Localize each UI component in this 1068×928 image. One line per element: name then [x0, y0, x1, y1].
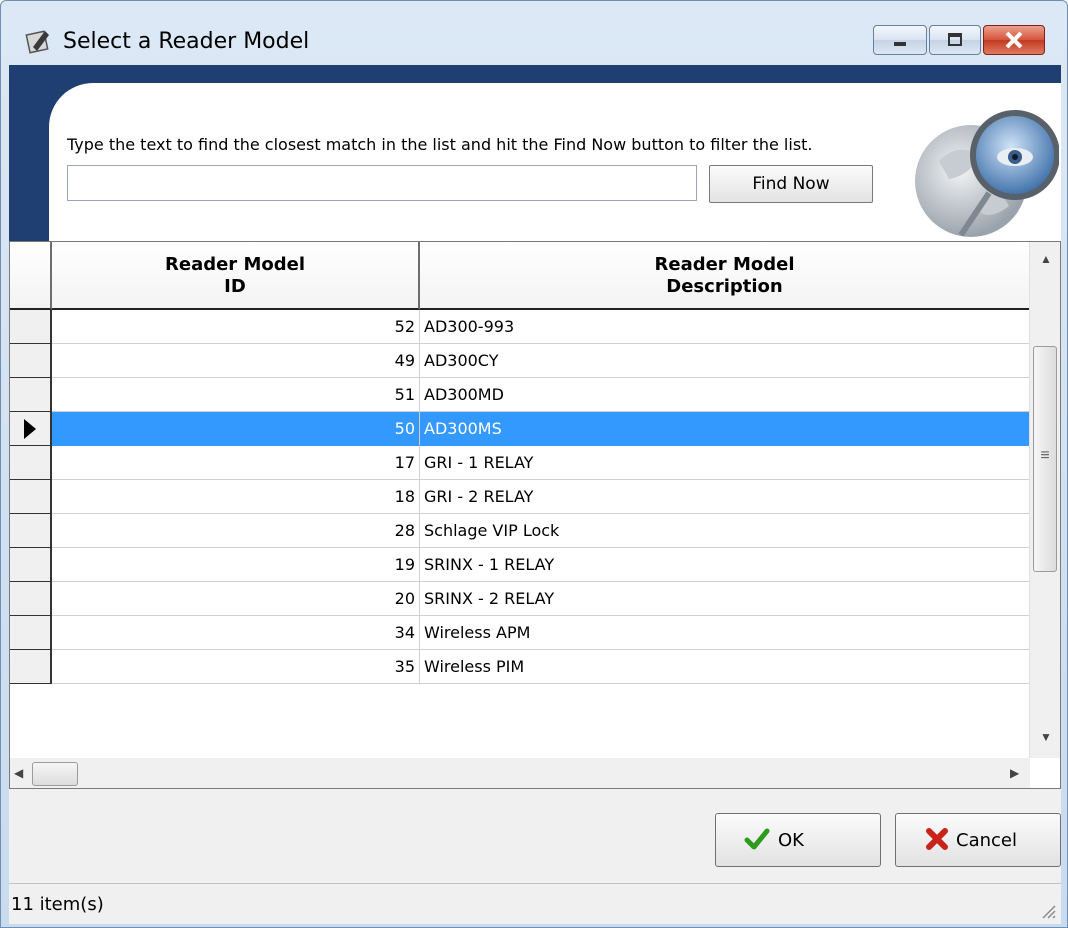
window-title: Select a Reader Model: [63, 29, 310, 54]
cell-description: GRI - 1 RELAY: [420, 446, 1030, 480]
row-selector[interactable]: [10, 378, 52, 412]
cell-id: 17: [52, 446, 420, 480]
row-selector[interactable]: [10, 310, 52, 344]
cancel-label: Cancel: [956, 830, 1017, 851]
checkmark-icon: [744, 828, 770, 850]
cell-id: 52: [52, 310, 420, 344]
vertical-scrollbar[interactable]: ▲ ≡ ▼: [1029, 242, 1060, 758]
ok-button[interactable]: OK: [715, 813, 881, 867]
title-bar[interactable]: Select a Reader Model: [1, 1, 1067, 63]
ok-label: OK: [778, 830, 804, 851]
cell-id: 34: [52, 616, 420, 650]
row-selector[interactable]: [10, 412, 52, 446]
table-row[interactable]: 28 Schlage VIP Lock: [10, 514, 1030, 548]
client-area: Type the text to find the closest match …: [9, 65, 1061, 924]
column-header-description[interactable]: Reader Model Description: [420, 242, 1030, 310]
cell-description: Wireless APM: [420, 616, 1030, 650]
scroll-right-icon[interactable]: ▶: [1010, 766, 1019, 780]
minimize-button[interactable]: [873, 25, 927, 55]
cell-id: 50: [52, 412, 420, 446]
cell-description: Wireless PIM: [420, 650, 1030, 684]
vertical-scroll-thumb[interactable]: ≡: [1033, 346, 1057, 572]
status-bar: 11 item(s): [9, 883, 1061, 924]
table-row[interactable]: 19 SRINX - 1 RELAY: [10, 548, 1030, 582]
find-now-button[interactable]: Find Now: [709, 165, 873, 203]
scroll-up-icon[interactable]: ▲: [1040, 252, 1052, 266]
row-selector[interactable]: [10, 446, 52, 480]
scroll-down-icon[interactable]: ▼: [1040, 730, 1052, 744]
scroll-left-icon[interactable]: ◀: [14, 766, 23, 780]
row-selector[interactable]: [10, 548, 52, 582]
cell-description: Schlage VIP Lock: [420, 514, 1030, 548]
grip-icon: ≡: [1040, 447, 1050, 464]
close-button[interactable]: [983, 25, 1045, 55]
cell-description: SRINX - 2 RELAY: [420, 582, 1030, 616]
table-row[interactable]: 49 AD300CY: [10, 344, 1030, 378]
search-input[interactable]: [67, 165, 697, 201]
cell-id: 49: [52, 344, 420, 378]
maximize-icon: [948, 33, 962, 46]
table-row-selected[interactable]: 50 AD300MS: [10, 412, 1030, 446]
cell-description: AD300MD: [420, 378, 1030, 412]
table-row[interactable]: 18 GRI - 2 RELAY: [10, 480, 1030, 514]
horizontal-scroll-thumb[interactable]: [32, 762, 78, 786]
search-hint: Type the text to find the closest match …: [67, 135, 813, 154]
cell-description: GRI - 2 RELAY: [420, 480, 1030, 514]
row-selector[interactable]: [10, 650, 52, 684]
cancel-button[interactable]: Cancel: [895, 813, 1061, 867]
table-row[interactable]: 35 Wireless PIM: [10, 650, 1030, 684]
status-item-count: 11 item(s): [11, 894, 104, 915]
app-icon: [25, 30, 49, 54]
table-row[interactable]: 17 GRI - 1 RELAY: [10, 446, 1030, 480]
row-selector-header: [10, 242, 52, 310]
globe-magnifier-icon: [915, 110, 1059, 237]
table-row[interactable]: 52 AD300-993: [10, 310, 1030, 344]
reader-model-grid[interactable]: Reader Model ID Reader Model Description…: [9, 241, 1061, 789]
find-now-label: Find Now: [752, 174, 830, 194]
close-icon: [1005, 31, 1023, 49]
cell-description: AD300-993: [420, 310, 1030, 344]
cell-description: SRINX - 1 RELAY: [420, 548, 1030, 582]
row-selector[interactable]: [10, 514, 52, 548]
cell-id: 18: [52, 480, 420, 514]
row-selector[interactable]: [10, 582, 52, 616]
cell-id: 28: [52, 514, 420, 548]
resize-grip-icon[interactable]: [1037, 900, 1057, 920]
table-row[interactable]: 51 AD300MD: [10, 378, 1030, 412]
table-row[interactable]: 34 Wireless APM: [10, 616, 1030, 650]
cell-id: 51: [52, 378, 420, 412]
dialog-window: Select a Reader Model Type the text to f…: [0, 0, 1068, 928]
search-panel: Type the text to find the closest match …: [9, 65, 1061, 241]
row-selector[interactable]: [10, 616, 52, 650]
maximize-button[interactable]: [929, 25, 981, 55]
x-icon: [926, 828, 948, 850]
row-pointer-icon: [24, 419, 36, 439]
row-selector[interactable]: [10, 344, 52, 378]
column-header-id[interactable]: Reader Model ID: [52, 242, 420, 310]
cell-description: AD300MS: [420, 412, 1030, 446]
row-selector[interactable]: [10, 480, 52, 514]
cell-id: 19: [52, 548, 420, 582]
cell-description: AD300CY: [420, 344, 1030, 378]
cell-id: 20: [52, 582, 420, 616]
horizontal-scrollbar[interactable]: ◀ ▶: [10, 758, 1030, 788]
table-row[interactable]: 20 SRINX - 2 RELAY: [10, 582, 1030, 616]
cell-id: 35: [52, 650, 420, 684]
minimize-icon: [894, 42, 906, 46]
grid-header: Reader Model ID Reader Model Description: [10, 242, 1030, 310]
